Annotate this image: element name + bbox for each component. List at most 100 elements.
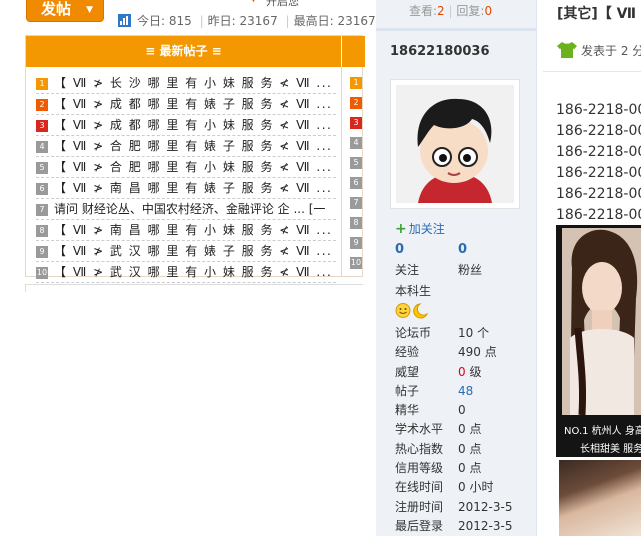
bar-chart-icon bbox=[118, 14, 131, 27]
author-stat-row: 帖子 48 bbox=[395, 382, 512, 401]
divider bbox=[25, 284, 363, 285]
rank-badge: 4 bbox=[36, 141, 48, 153]
author-profile: 查看:2 | 回复:0 18622180036 + 加关注 0 关注 0 粉丝 … bbox=[376, 0, 537, 536]
post-image[interactable]: NO.1 杭州人 身高 长相甜美 服务 bbox=[556, 225, 641, 457]
post-text-line: 186-2218-0036 bbox=[556, 123, 641, 139]
author-stat-row: 在线时间 0 小时 bbox=[395, 478, 512, 497]
stat-label: 在线时间 bbox=[395, 480, 444, 495]
rank-badge: 7 bbox=[36, 204, 48, 216]
author-stat-row: 精华 0 bbox=[395, 401, 512, 420]
author-degree: 本科生 bbox=[395, 284, 432, 298]
stat-label: 论坛币 bbox=[395, 326, 432, 340]
post-list-item[interactable]: 1 【 Ⅶ ≯ 长 沙 哪 里 有 小 妹 服 务 ≮ Ⅶ ... bbox=[36, 73, 336, 94]
latest-posts-header[interactable]: ≡ 最新帖子 ≡ bbox=[26, 36, 341, 67]
stat-yesterday: 23167 bbox=[239, 14, 278, 28]
divider bbox=[25, 284, 26, 292]
plus-icon: + bbox=[395, 221, 407, 237]
avatar[interactable] bbox=[390, 79, 520, 209]
author-stat-row: 威望 0 级 bbox=[395, 363, 512, 382]
reply-count: 0 bbox=[484, 4, 493, 18]
stat-value: 10 个 bbox=[458, 326, 490, 340]
stat-max: 23167 bbox=[337, 14, 376, 28]
latest-posts-panel: ≡ 最新帖子 ≡ 1 【 Ⅶ ≯ 长 沙 哪 里 有 小 妹 服 务 ≮ Ⅶ ..… bbox=[25, 35, 365, 283]
rank-badge: 10 bbox=[350, 257, 362, 269]
rank-badge: 1 bbox=[36, 78, 48, 90]
fans-count[interactable]: 0 bbox=[458, 242, 518, 257]
post-text-line: 186-2218-0036 bbox=[556, 186, 641, 202]
rank-badge: 3 bbox=[36, 120, 48, 132]
rank-badge: 6 bbox=[36, 183, 48, 195]
stat-label: 信用等级 bbox=[395, 461, 444, 476]
author-stat-row: 论坛币 10 个 bbox=[395, 324, 512, 343]
post-list-item[interactable]: 2 【 Ⅶ ≯ 成 都 哪 里 有 婊 子 服 务 ≮ Ⅶ ... bbox=[36, 94, 336, 115]
author-stat-row: 注册时间 2012-3-5 bbox=[395, 498, 512, 517]
stat-value: 2012-3-5 bbox=[458, 499, 513, 514]
post-list-title: 【 Ⅶ ≯ 南 昌 哪 里 有 婊 子 服 务 ≮ Ⅶ ... bbox=[54, 181, 333, 195]
post-list-item[interactable]: 7 请问 财经论丛、中国农村经济、金融评论 企 ... [一 bbox=[36, 199, 336, 220]
post-list-item[interactable]: 5 【 Ⅶ ≯ 合 肥 哪 里 有 小 妹 服 务 ≮ Ⅶ ... bbox=[36, 157, 336, 178]
post-list-item[interactable]: 10 【 Ⅶ ≯ 武 汉 哪 里 有 小 妹 服 务 ≮ Ⅶ ... bbox=[36, 262, 336, 283]
stat-today: 815 bbox=[168, 14, 192, 28]
view-count: 2 bbox=[437, 4, 445, 18]
post-list-title: 【 Ⅶ ≯ 合 肥 哪 里 有 婊 子 服 务 ≮ Ⅶ ... bbox=[54, 139, 333, 153]
post-text-line: 186-2218-0036 bbox=[556, 165, 641, 181]
author-stats-list: 论坛币 10 个经验 490 点威望 0 级帖子 48 精华 0 学术水平 0 点热心指数 0 点… bbox=[395, 324, 512, 536]
post-list-title: 【 Ⅶ ≯ 武 汉 哪 里 有 小 妹 服 务 ≮ Ⅶ ... bbox=[54, 265, 333, 279]
rank-badge: 10 bbox=[36, 267, 48, 279]
post-list-title: 【 Ⅶ ≯ 南 昌 哪 里 有 小 妹 服 务 ≮ Ⅶ ... bbox=[54, 223, 333, 237]
post-list-title: 请问 财经论丛、中国农村经济、金融评论 企 ... [一 bbox=[54, 202, 326, 216]
rank-badge: 4 bbox=[350, 137, 362, 149]
post-text-line: 186-2218-0036 bbox=[556, 207, 641, 223]
rank-badge: 9 bbox=[36, 246, 48, 258]
stat-value: 0 bbox=[458, 364, 466, 379]
stat-value[interactable]: 48 bbox=[458, 384, 473, 398]
forum-stats: 今日: 815 | 昨日: 23167 | 最高日: 23167 bbox=[118, 12, 376, 30]
author-username[interactable]: 18622180036 bbox=[390, 44, 490, 59]
rank-badge: 9 bbox=[350, 237, 362, 249]
stat-value: 0 小时 bbox=[458, 480, 494, 495]
post-text-line: 186-2218-0036 bbox=[556, 102, 641, 118]
following-count[interactable]: 0 bbox=[395, 242, 455, 257]
stat-label: 最后登录 bbox=[395, 518, 444, 533]
stat-label: 威望 bbox=[395, 364, 420, 379]
smiley-icon bbox=[395, 303, 411, 318]
post-list-item[interactable]: 6 【 Ⅶ ≯ 南 昌 哪 里 有 婊 子 服 务 ≮ Ⅶ ... bbox=[36, 178, 336, 199]
stat-value: 0 点 bbox=[458, 422, 482, 437]
portrait-image bbox=[562, 228, 641, 415]
stat-label: 热心指数 bbox=[395, 441, 444, 456]
medal-icons bbox=[395, 302, 431, 322]
tshirt-icon bbox=[557, 42, 577, 58]
post-title[interactable]: [其它]【 Ⅶ bbox=[557, 3, 636, 23]
latest-posts-list: 1 【 Ⅶ ≯ 长 沙 哪 里 有 小 妹 服 务 ≮ Ⅶ ... 2 【 Ⅶ ≯ 成… bbox=[36, 73, 336, 283]
post-list-item[interactable]: 9 【 Ⅶ ≯ 武 汉 哪 里 有 婊 子 服 务 ≮ Ⅶ ... bbox=[36, 241, 336, 262]
author-stat-row: 最后登录 2012-3-5 bbox=[395, 517, 512, 536]
post-image[interactable] bbox=[559, 460, 641, 536]
image-caption: 长相甜美 服务 bbox=[580, 444, 641, 455]
author-stat-row: 热心指数 0 点 bbox=[395, 440, 512, 459]
hot-link-cut[interactable]: 开启您 bbox=[266, 0, 299, 9]
stat-label: 精华 bbox=[395, 403, 420, 418]
fire-icon: ✦ bbox=[248, 0, 259, 7]
rank-badge: 2 bbox=[36, 99, 48, 111]
rank-badge: 8 bbox=[350, 217, 362, 229]
post-new-label: 发帖 bbox=[41, 0, 72, 18]
post-list-item[interactable]: 4 【 Ⅶ ≯ 合 肥 哪 里 有 婊 子 服 务 ≮ Ⅶ ... bbox=[36, 136, 336, 157]
rank-badge: 5 bbox=[36, 162, 48, 174]
author-stat-row: 学术水平 0 点 bbox=[395, 420, 512, 439]
stat-value: 0 bbox=[458, 403, 466, 418]
post-new-button[interactable]: 发帖 ▼ bbox=[26, 0, 104, 22]
view-reply-counts: 查看:2 | 回复:0 bbox=[409, 4, 493, 18]
follow-button[interactable]: + 加关注 bbox=[395, 220, 445, 237]
cartoon-boy-avatar-icon bbox=[396, 85, 514, 203]
post-text-line: 186-2218-0036 bbox=[556, 144, 641, 160]
chevron-down-icon: ▼ bbox=[86, 5, 93, 15]
post-list-title: 【 Ⅶ ≯ 成 都 哪 里 有 小 妹 服 务 ≮ Ⅶ ... bbox=[54, 118, 333, 132]
rank-badge: 2 bbox=[350, 97, 362, 109]
stat-value: 0 点 bbox=[458, 441, 482, 456]
adjacent-list-numbers: 1 2 3 4 5 6 7 8 9 10 bbox=[341, 67, 365, 276]
post-list-item[interactable]: 8 【 Ⅶ ≯ 南 昌 哪 里 有 小 妹 服 务 ≮ Ⅶ ... bbox=[36, 220, 336, 241]
panel-next-header[interactable] bbox=[341, 36, 365, 67]
rank-badge: 8 bbox=[36, 225, 48, 237]
rank-badge: 7 bbox=[350, 197, 362, 209]
post-list-item[interactable]: 3 【 Ⅶ ≯ 成 都 哪 里 有 小 妹 服 务 ≮ Ⅶ ... bbox=[36, 115, 336, 136]
